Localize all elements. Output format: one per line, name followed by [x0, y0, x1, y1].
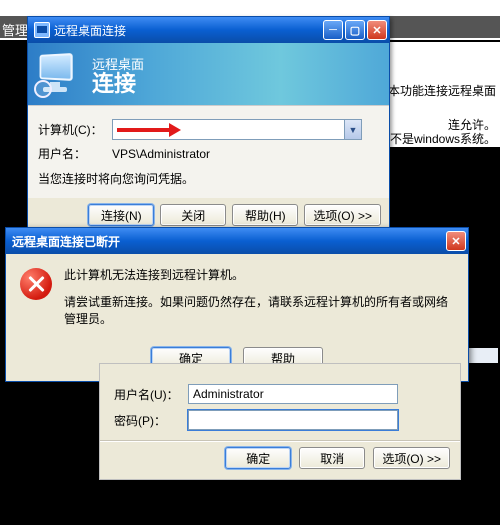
computer-combobox[interactable]: ▼ — [112, 119, 362, 140]
rdp-body: 计算机(C)： ▼ 用户名： VPS\Administrator 当您连接时将向… — [28, 105, 389, 198]
error-icon — [20, 268, 52, 300]
cred-button-row: 确定 取消 选项(O) >> — [114, 447, 450, 469]
computer-label: 计算机(C)： — [38, 121, 112, 138]
username-input[interactable] — [188, 384, 398, 404]
help-button[interactable]: 帮助(H) — [232, 204, 298, 226]
page-header-tab: 管理 — [2, 20, 28, 39]
monitor-icon — [34, 52, 82, 96]
close-button[interactable]: ✕ — [367, 20, 387, 40]
divider — [100, 440, 460, 441]
error-titlebar[interactable]: 远程桌面连接已断开 ✕ — [6, 228, 468, 254]
error-dialog: 远程桌面连接已断开 ✕ 此计算机无法连接到远程计算机。 请尝试重新连接。如果问题… — [5, 227, 469, 382]
error-title: 远程桌面连接已断开 — [12, 233, 446, 250]
options-button[interactable]: 选项(O) >> — [304, 204, 381, 226]
credentials-panel: 用户名(U)： 密码(P)： 确定 取消 选项(O) >> — [99, 363, 461, 480]
banner-line-2: 连接 — [92, 73, 144, 95]
error-close-button[interactable]: ✕ — [446, 231, 466, 251]
chevron-down-icon[interactable]: ▼ — [344, 120, 361, 139]
credential-hint: 当您连接时将向您询问凭据。 — [38, 170, 194, 187]
user-value: VPS\Administrator — [112, 147, 210, 161]
password-label: 密码(P)： — [114, 412, 188, 429]
close-dialog-button[interactable]: 关闭 — [160, 204, 226, 226]
banner-line-1: 远程桌面 — [92, 54, 144, 73]
window-controls: ─ ▢ ✕ — [323, 20, 387, 40]
rdp-banner: 远程桌面 连接 — [28, 43, 389, 105]
rdp-title: 远程桌面连接 — [54, 22, 323, 39]
page-text-1: 用本功能连接远程桌面 — [376, 82, 496, 99]
page-text-3: 不是windows系统。 — [390, 130, 496, 147]
error-body: 此计算机无法连接到远程计算机。 请尝试重新连接。如果问题仍然存在，请联系远程计算… — [6, 254, 468, 343]
connect-button[interactable]: 连接(N) — [88, 204, 154, 226]
user-label: 用户名： — [38, 145, 112, 162]
cred-options-button[interactable]: 选项(O) >> — [373, 447, 450, 469]
minimize-button[interactable]: ─ — [323, 20, 343, 40]
error-message-1: 此计算机无法连接到远程计算机。 — [64, 266, 454, 283]
rdp-app-icon — [34, 22, 50, 38]
cred-ok-button[interactable]: 确定 — [225, 447, 291, 469]
maximize-button[interactable]: ▢ — [345, 20, 365, 40]
cred-cancel-button[interactable]: 取消 — [299, 447, 365, 469]
rdp-window: 远程桌面连接 ─ ▢ ✕ 远程桌面 连接 计算机(C)： ▼ 用户名： V — [27, 16, 390, 237]
password-input[interactable] — [188, 410, 398, 430]
error-message-2: 请尝试重新连接。如果问题仍然存在，请联系远程计算机的所有者或网络管理员。 — [64, 293, 454, 327]
rdp-titlebar[interactable]: 远程桌面连接 ─ ▢ ✕ — [28, 17, 389, 43]
username-label: 用户名(U)： — [114, 386, 188, 403]
annotation-arrow-icon — [117, 123, 177, 137]
